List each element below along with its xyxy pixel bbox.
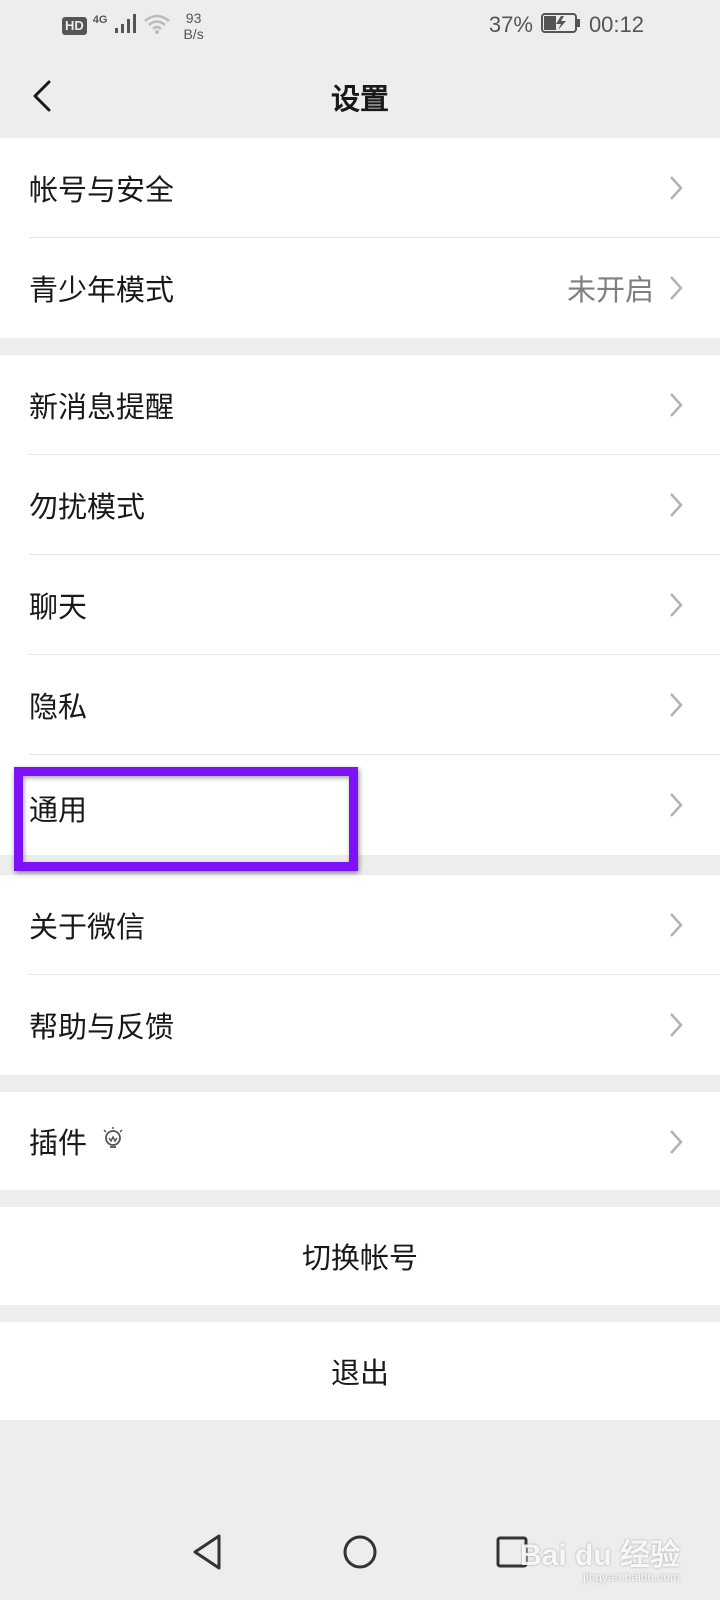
chevron-right-icon xyxy=(670,693,683,717)
signal-icon xyxy=(113,14,137,38)
teen-mode-status: 未开启 xyxy=(566,273,654,307)
settings-item-chat[interactable]: 聊天 xyxy=(0,555,720,655)
settings-item-label: 青少年模式 xyxy=(29,273,175,307)
watermark-brand: Bai du 经验 xyxy=(519,1539,680,1572)
clock: 00:12 xyxy=(588,12,644,37)
nav-bar: 设置 xyxy=(0,52,720,138)
lightbulb-icon xyxy=(103,1127,123,1148)
logout-label: 退出 xyxy=(330,1356,389,1390)
settings-item-privacy[interactable]: 隐私 xyxy=(0,655,720,755)
triangle-back-icon xyxy=(193,1534,221,1570)
chevron-right-icon xyxy=(670,493,683,517)
settings-item-label: 隐私 xyxy=(29,690,88,724)
chevron-right-icon xyxy=(670,1130,683,1154)
network-speed-value: 93 xyxy=(185,10,202,26)
settings-item-label: 聊天 xyxy=(29,590,88,624)
network-speed-unit: B/s xyxy=(183,26,204,42)
chevron-right-icon xyxy=(670,393,683,417)
settings-item-teen-mode[interactable]: 青少年模式 未开启 xyxy=(0,238,720,338)
wifi-icon xyxy=(143,13,171,39)
plugins-label: 插件 xyxy=(29,1126,88,1160)
baidu-watermark: Bai du 经验 jingyan.baidu.com xyxy=(520,1530,680,1584)
settings-screen: HD 4G 93 B/s 37% 00:12 设置 帐号与安全 青少年模式 未开… xyxy=(0,0,720,1600)
page-title: 设置 xyxy=(330,82,389,116)
logout-group: 退出 xyxy=(0,1322,720,1420)
switch-account-group: 切换帐号 xyxy=(0,1207,720,1305)
logout-button[interactable]: 退出 xyxy=(0,1322,720,1420)
watermark-url: jingyan.baidu.com xyxy=(583,1570,680,1584)
status-bar: HD 4G 93 B/s 37% 00:12 xyxy=(0,0,720,52)
status-left: HD 4G 93 B/s xyxy=(62,10,204,42)
switch-account-button[interactable]: 切换帐号 xyxy=(0,1207,720,1305)
settings-item-account-security[interactable]: 帐号与安全 xyxy=(0,138,720,238)
settings-item-notifications[interactable]: 新消息提醒 xyxy=(0,355,720,455)
highlight-box xyxy=(14,767,358,871)
settings-item-about-wechat[interactable]: 关于微信 xyxy=(0,875,720,975)
system-back-button[interactable] xyxy=(182,1527,232,1577)
switch-account-label: 切换帐号 xyxy=(301,1241,418,1275)
settings-item-label: 关于微信 xyxy=(29,910,146,944)
settings-item-do-not-disturb[interactable]: 勿扰模式 xyxy=(0,455,720,555)
settings-item-label: 帐号与安全 xyxy=(29,173,175,207)
settings-item-help-feedback[interactable]: 帮助与反馈 xyxy=(0,975,720,1075)
battery-percent: 37% xyxy=(488,12,533,37)
chevron-right-icon xyxy=(670,1013,683,1037)
settings-group-account: 帐号与安全 青少年模式 未开启 xyxy=(0,138,720,338)
settings-item-label: 新消息提醒 xyxy=(29,390,175,424)
chevron-right-icon xyxy=(670,176,683,200)
network-type: 4G xyxy=(92,14,108,26)
chevron-right-icon xyxy=(670,593,683,617)
settings-item-label: 帮助与反馈 xyxy=(29,1010,175,1044)
status-right: 37% 00:12 xyxy=(489,12,644,38)
settings-group-about: 关于微信 帮助与反馈 xyxy=(0,875,720,1075)
battery-charging-icon xyxy=(540,12,581,38)
settings-item-label: 勿扰模式 xyxy=(29,490,146,524)
system-home-button[interactable] xyxy=(335,1527,385,1577)
chevron-right-icon xyxy=(670,276,683,300)
chevron-right-icon xyxy=(670,793,683,817)
circle-home-icon xyxy=(343,1535,377,1569)
settings-item-label: 插件 xyxy=(29,1120,125,1162)
hd-badge: HD xyxy=(62,17,87,35)
chevron-right-icon xyxy=(670,913,683,937)
network-speed: 93 B/s xyxy=(183,10,203,42)
settings-group-plugins: 插件 xyxy=(0,1092,720,1190)
settings-item-plugins[interactable]: 插件 xyxy=(0,1092,720,1190)
